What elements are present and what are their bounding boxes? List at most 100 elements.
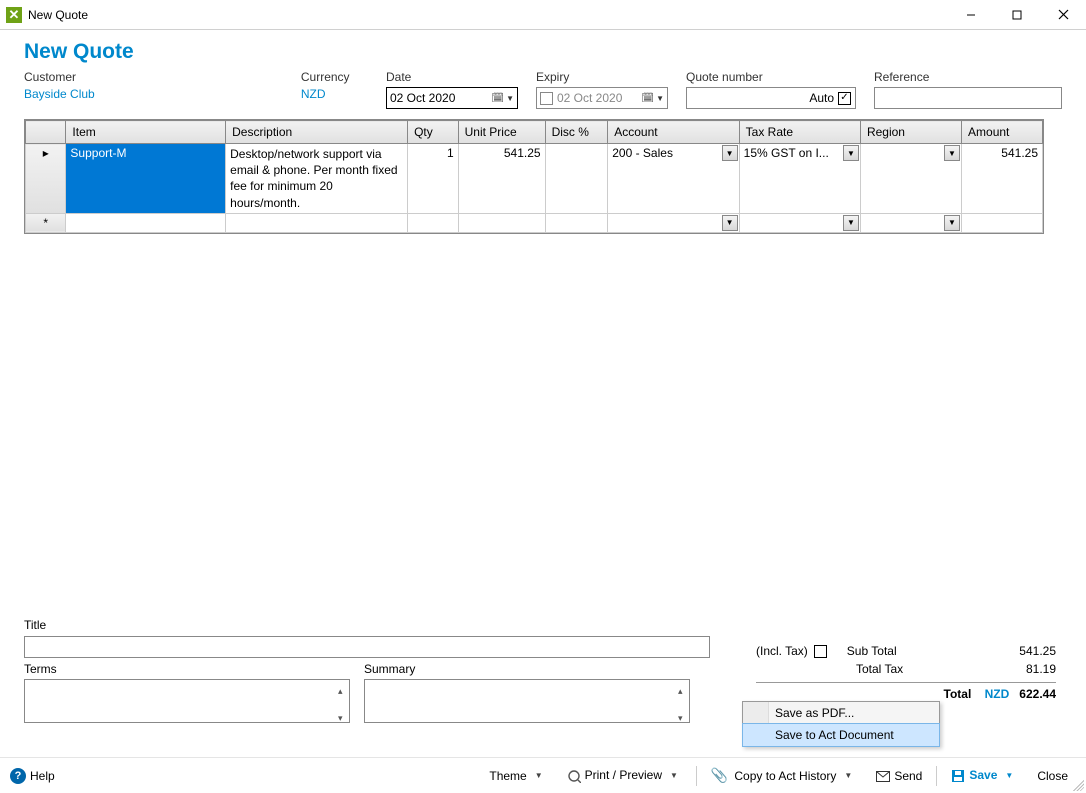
cell-amount[interactable]: 541.25 (962, 144, 1043, 214)
maximize-button[interactable] (994, 0, 1040, 30)
cell-description[interactable] (226, 213, 408, 232)
scroll-up-icon[interactable]: ▴ (678, 686, 688, 697)
quote-number-label: Quote number (686, 70, 856, 84)
cell-item[interactable]: Support-M (66, 144, 226, 214)
col-amount[interactable]: Amount (962, 121, 1043, 144)
col-description[interactable]: Description (226, 121, 408, 144)
sub-total-label: Sub Total (827, 644, 1020, 658)
expiry-checkbox[interactable] (540, 92, 553, 105)
terms-textarea[interactable] (24, 679, 350, 723)
cell-region[interactable]: ▼ (860, 213, 961, 232)
expiry-input[interactable]: 02 Oct 2020 🗓 ▼ (536, 87, 668, 109)
cell-region[interactable]: ▼ (860, 144, 961, 214)
cell-tax-rate[interactable]: ▼ (739, 213, 860, 232)
total-value: 622.44 (1019, 687, 1056, 701)
col-disc[interactable]: Disc % (545, 121, 608, 144)
table-row-new[interactable]: * ▼ ▼ ▼ (26, 213, 1043, 232)
col-account[interactable]: Account (608, 121, 739, 144)
cell-unit-price[interactable] (458, 213, 545, 232)
currency-link[interactable]: NZD (301, 87, 368, 101)
customer-link[interactable]: Bayside Club (24, 87, 283, 101)
chevron-down-icon: ▼ (506, 94, 514, 103)
theme-button[interactable]: Theme ▼ (481, 765, 554, 787)
window-title: New Quote (28, 8, 88, 22)
paperclip-icon: 📎 (711, 767, 728, 784)
cell-amount[interactable] (962, 213, 1043, 232)
col-unit-price[interactable]: Unit Price (458, 121, 545, 144)
chevron-down-icon: ▼ (656, 94, 664, 103)
help-icon: ? (10, 768, 26, 784)
copy-act-label: Copy to Act History (734, 769, 836, 783)
incl-tax-checkbox[interactable] (814, 645, 827, 658)
sub-total-value: 541.25 (1019, 644, 1056, 658)
cell-account[interactable]: ▼ (608, 213, 739, 232)
terms-label: Terms (24, 662, 350, 676)
scroll-up-icon[interactable]: ▴ (338, 686, 348, 697)
print-icon (567, 768, 581, 783)
cell-disc[interactable] (545, 144, 608, 214)
totals-panel: (Incl. Tax) Sub Total 541.25 Total Tax 8… (756, 642, 1056, 703)
dropdown-icon[interactable]: ▼ (722, 215, 738, 231)
auto-checkbox[interactable] (838, 92, 851, 105)
close-button[interactable] (1040, 0, 1086, 30)
incl-tax-label: (Incl. Tax) (756, 644, 808, 658)
dropdown-icon[interactable]: ▼ (722, 145, 738, 161)
date-value: 02 Oct 2020 (390, 91, 455, 105)
reference-input[interactable] (874, 87, 1062, 109)
expiry-label: Expiry (536, 70, 668, 84)
title-input[interactable] (24, 636, 710, 658)
menu-save-as-pdf[interactable]: Save as PDF... (743, 702, 939, 724)
dropdown-icon[interactable]: ▼ (843, 145, 859, 161)
save-button[interactable]: Save ▼ (943, 764, 1025, 787)
total-tax-value: 81.19 (1026, 662, 1056, 676)
summary-textarea[interactable] (364, 679, 690, 723)
col-qty[interactable]: Qty (408, 121, 459, 144)
total-label: Total (944, 687, 972, 701)
print-preview-button[interactable]: Print / Preview ▼ (559, 764, 690, 787)
date-input[interactable]: 02 Oct 2020 🗓 ▼ (386, 87, 518, 109)
calendar-icon: 🗓 (641, 93, 654, 104)
copy-to-act-history-button[interactable]: 📎 Copy to Act History ▼ (703, 763, 864, 788)
close-link[interactable]: Close (1029, 765, 1076, 787)
scroll-down-icon[interactable]: ▾ (338, 713, 348, 724)
row-indicator: ▸ (26, 144, 66, 214)
mail-icon (876, 769, 890, 783)
dropdown-icon[interactable]: ▼ (843, 215, 859, 231)
cell-qty[interactable] (408, 213, 459, 232)
close-label: Close (1037, 769, 1068, 783)
menu-save-to-act-document[interactable]: Save to Act Document (742, 723, 940, 747)
table-row[interactable]: ▸ Support-M Desktop/network support via … (26, 144, 1043, 214)
scroll-down-icon[interactable]: ▾ (678, 713, 688, 724)
currency-label: Currency (301, 70, 368, 84)
col-tax-rate[interactable]: Tax Rate (739, 121, 860, 144)
minimize-button[interactable] (948, 0, 994, 30)
col-item[interactable]: Item (66, 121, 226, 144)
save-label: Save (969, 768, 997, 782)
cell-account[interactable]: 200 - Sales ▼ (608, 144, 739, 214)
resize-grip[interactable] (1070, 777, 1084, 791)
header-fields: Customer Bayside Club Currency NZD Date … (24, 70, 1062, 109)
cell-disc[interactable] (545, 213, 608, 232)
new-row-indicator: * (26, 213, 66, 232)
cell-qty[interactable]: 1 (408, 144, 459, 214)
dropdown-icon[interactable]: ▼ (944, 215, 960, 231)
save-icon (951, 768, 965, 783)
total-tax-label: Total Tax (756, 662, 1026, 676)
help-link[interactable]: Help (30, 769, 55, 783)
cell-description[interactable]: Desktop/network support via email & phon… (226, 144, 408, 214)
quote-number-input[interactable]: Auto (686, 87, 856, 109)
col-region[interactable]: Region (860, 121, 961, 144)
cell-unit-price[interactable]: 541.25 (458, 144, 545, 214)
title-label: Title (24, 618, 714, 632)
quote-number-auto: Auto (809, 91, 834, 105)
app-icon: ✕ (6, 7, 22, 23)
cell-tax-rate[interactable]: 15% GST on I... ▼ (739, 144, 860, 214)
calendar-icon: 🗓 (491, 93, 504, 104)
send-button[interactable]: Send (868, 765, 930, 787)
dropdown-icon[interactable]: ▼ (944, 145, 960, 161)
cell-item[interactable] (66, 213, 226, 232)
theme-label: Theme (489, 769, 526, 783)
chevron-down-icon: ▼ (531, 771, 547, 780)
title-bar: ✕ New Quote (0, 0, 1086, 30)
customer-label: Customer (24, 70, 283, 84)
